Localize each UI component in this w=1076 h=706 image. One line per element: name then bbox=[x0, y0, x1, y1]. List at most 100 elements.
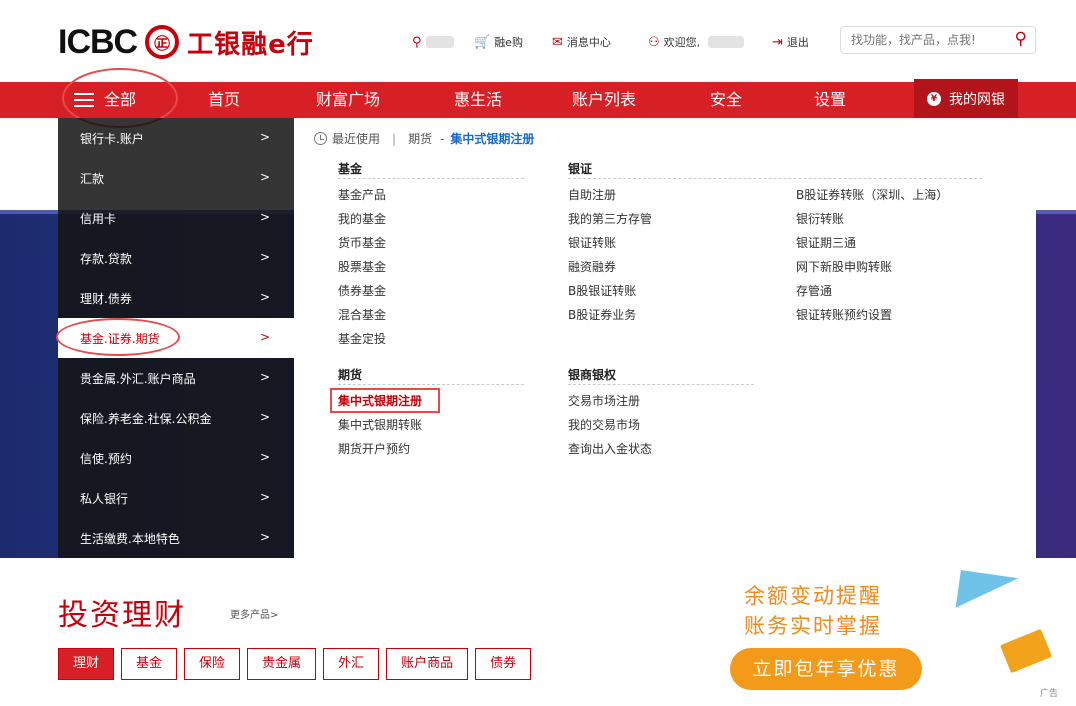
page: ICBC ㊣ 工银融e行 ⚲ 🛒 融e购 ✉ 消息中心 ⚇ 欢迎您, ⇥ 退出 … bbox=[0, 0, 1076, 706]
more-products-link[interactable]: 更多产品> bbox=[230, 606, 278, 621]
search-icon[interactable]: ⚲ bbox=[1015, 29, 1027, 49]
fund-link[interactable]: 混合基金 bbox=[338, 306, 386, 323]
menu-item-label: 信使.预约 bbox=[80, 452, 132, 466]
money-bag-icon: ¥ bbox=[927, 91, 941, 106]
recent-used-bar: 最近使用 | 期货 - 集中式银期注册 bbox=[314, 130, 534, 147]
chevron-right-icon: > bbox=[260, 490, 271, 504]
fund-section-title: 基金 bbox=[338, 162, 363, 176]
bank-securities-link[interactable]: 银证期三通 bbox=[796, 234, 856, 251]
bank-commodity-link[interactable]: 交易市场注册 bbox=[568, 392, 640, 409]
bank-securities-link[interactable]: 网下新股申购转账 bbox=[796, 258, 892, 275]
bank-securities-link[interactable]: B股银证转账 bbox=[568, 282, 636, 299]
envelope-icon bbox=[999, 628, 1053, 674]
nav-account-list[interactable]: 账户列表 bbox=[572, 82, 636, 118]
chevron-right-icon: > bbox=[260, 130, 271, 144]
location-selector[interactable]: ⚲ bbox=[412, 32, 454, 52]
menu-item-life-payment[interactable]: 生活缴费.本地特色 > bbox=[58, 518, 294, 558]
menu-item-label: 私人银行 bbox=[80, 492, 129, 506]
my-online-bank-button[interactable]: ¥ 我的网银 bbox=[914, 79, 1018, 118]
menu-item-card-account[interactable]: 银行卡.账户 > bbox=[58, 118, 294, 158]
nav-home[interactable]: 首页 bbox=[208, 82, 240, 118]
recent-category: 期货 bbox=[408, 132, 433, 146]
tab-forex[interactable]: 外汇 bbox=[323, 648, 380, 680]
nav-security[interactable]: 安全 bbox=[710, 82, 742, 118]
tab-wealth[interactable]: 理财 bbox=[58, 648, 115, 680]
fund-link[interactable]: 股票基金 bbox=[338, 258, 386, 275]
invest-tabs: 理财 基金 保险 贵金属 外汇 账户商品 债券 bbox=[58, 648, 538, 680]
bank-securities-link[interactable]: 融资融券 bbox=[568, 258, 616, 275]
menu-item-messenger[interactable]: 信使.预约 > bbox=[58, 438, 294, 478]
icbc-seal-icon: ㊣ bbox=[145, 25, 180, 59]
menu-item-metal-fx[interactable]: 贵金属.外汇.账户商品 > bbox=[58, 358, 294, 398]
paper-plane-icon bbox=[955, 570, 1019, 616]
message-center-link[interactable]: ✉ 消息中心 bbox=[552, 32, 611, 52]
fund-link[interactable]: 基金产品 bbox=[338, 186, 386, 203]
submenu-panel: 最近使用 | 期货 - 集中式银期注册 基金 基金产品 我的基金 货币基金 股票… bbox=[294, 118, 1036, 558]
rong-e-gou-label: 融e购 bbox=[494, 36, 523, 49]
rong-e-gou-link[interactable]: 🛒 融e购 bbox=[474, 32, 523, 52]
tab-bond[interactable]: 债券 bbox=[475, 648, 532, 680]
ad-headline-2: 账务实时掌握 bbox=[744, 614, 882, 638]
nav-wealth-plaza[interactable]: 财富广场 bbox=[316, 82, 380, 118]
recent-item-link[interactable]: 集中式银期注册 bbox=[450, 130, 534, 147]
tab-account-commodity[interactable]: 账户商品 bbox=[386, 648, 469, 680]
bank-securities-link[interactable]: 银证转账 bbox=[568, 234, 616, 251]
chevron-right-icon: > bbox=[260, 210, 271, 224]
chevron-right-icon: > bbox=[260, 290, 271, 304]
tab-insurance[interactable]: 保险 bbox=[184, 648, 241, 680]
logout-icon: ⇥ bbox=[772, 34, 783, 50]
chevron-right-icon: > bbox=[260, 330, 271, 344]
bank-securities-link[interactable]: B股证券业务 bbox=[568, 306, 636, 323]
fund-link[interactable]: 货币基金 bbox=[338, 234, 386, 251]
ad-label: 广告 bbox=[1040, 689, 1059, 699]
bank-securities-link[interactable]: 银衍转账 bbox=[796, 210, 844, 227]
ad-cta-button[interactable]: 立即包年享优惠 bbox=[730, 648, 922, 690]
message-center-label: 消息中心 bbox=[566, 36, 611, 49]
logout-label: 退出 bbox=[786, 36, 809, 49]
menu-item-private-bank[interactable]: 私人银行 > bbox=[58, 478, 294, 518]
logout-link[interactable]: ⇥ 退出 bbox=[772, 32, 809, 52]
nav-settings[interactable]: 设置 bbox=[814, 82, 846, 118]
bank-securities-link[interactable]: 存管通 bbox=[796, 282, 832, 299]
menu-item-label: 保险.养老金.社保.公积金 bbox=[80, 412, 212, 426]
annotation-box-futures-register bbox=[330, 388, 440, 413]
tab-precious-metal[interactable]: 贵金属 bbox=[247, 648, 317, 680]
fund-link[interactable]: 我的基金 bbox=[338, 210, 386, 227]
menu-item-label: 贵金属.外汇.账户商品 bbox=[80, 372, 196, 386]
futures-link[interactable]: 集中式银期转账 bbox=[338, 416, 422, 433]
bank-securities-link[interactable]: B股证券转账（深圳、上海） bbox=[796, 186, 948, 203]
futures-link[interactable]: 期货开户预约 bbox=[338, 440, 410, 457]
nav-hui-life[interactable]: 惠生活 bbox=[454, 82, 502, 118]
divider bbox=[568, 384, 754, 385]
tab-fund[interactable]: 基金 bbox=[121, 648, 178, 680]
search-box[interactable]: ⚲ bbox=[840, 26, 1036, 54]
bank-securities-link[interactable]: 我的第三方存管 bbox=[568, 210, 652, 227]
cart-icon: 🛒 bbox=[474, 34, 491, 50]
location-value-blurred bbox=[425, 36, 454, 48]
menu-item-credit-card[interactable]: 信用卡 > bbox=[58, 198, 294, 238]
fund-link[interactable]: 债券基金 bbox=[338, 282, 386, 299]
annotation-circle-fund-menu bbox=[56, 318, 180, 356]
location-pin-icon: ⚲ bbox=[412, 34, 422, 50]
divider bbox=[338, 384, 524, 385]
menu-item-insurance-pension[interactable]: 保险.养老金.社保.公积金 > bbox=[58, 398, 294, 438]
recent-dash: - bbox=[440, 131, 445, 146]
chevron-right-icon: > bbox=[260, 450, 271, 464]
bank-securities-link[interactable]: 自助注册 bbox=[568, 186, 616, 203]
menu-item-label: 信用卡 bbox=[80, 212, 117, 226]
search-input[interactable] bbox=[841, 27, 1001, 53]
bank-name: 工银融e行 bbox=[187, 29, 314, 60]
bank-commodity-link[interactable]: 查询出入金状态 bbox=[568, 440, 652, 457]
bank-securities-link[interactable]: 银证转账预约设置 bbox=[796, 306, 892, 323]
welcome-user[interactable]: ⚇ 欢迎您, bbox=[648, 32, 745, 52]
fund-link[interactable]: 基金定投 bbox=[338, 330, 386, 347]
icbc-logo[interactable]: ICBC ㊣ 工银融e行 bbox=[58, 22, 314, 62]
menu-item-remittance[interactable]: 汇款 > bbox=[58, 158, 294, 198]
bank-commodity-link[interactable]: 我的交易市场 bbox=[568, 416, 640, 433]
recent-label: 最近使用 bbox=[332, 132, 381, 146]
menu-item-deposit-loan[interactable]: 存款.贷款 > bbox=[58, 238, 294, 278]
clock-icon bbox=[314, 132, 327, 145]
menu-item-wealth-bond[interactable]: 理财.债券 > bbox=[58, 278, 294, 318]
welcome-label: 欢迎您, bbox=[663, 36, 701, 49]
chevron-right-icon: > bbox=[260, 410, 271, 424]
